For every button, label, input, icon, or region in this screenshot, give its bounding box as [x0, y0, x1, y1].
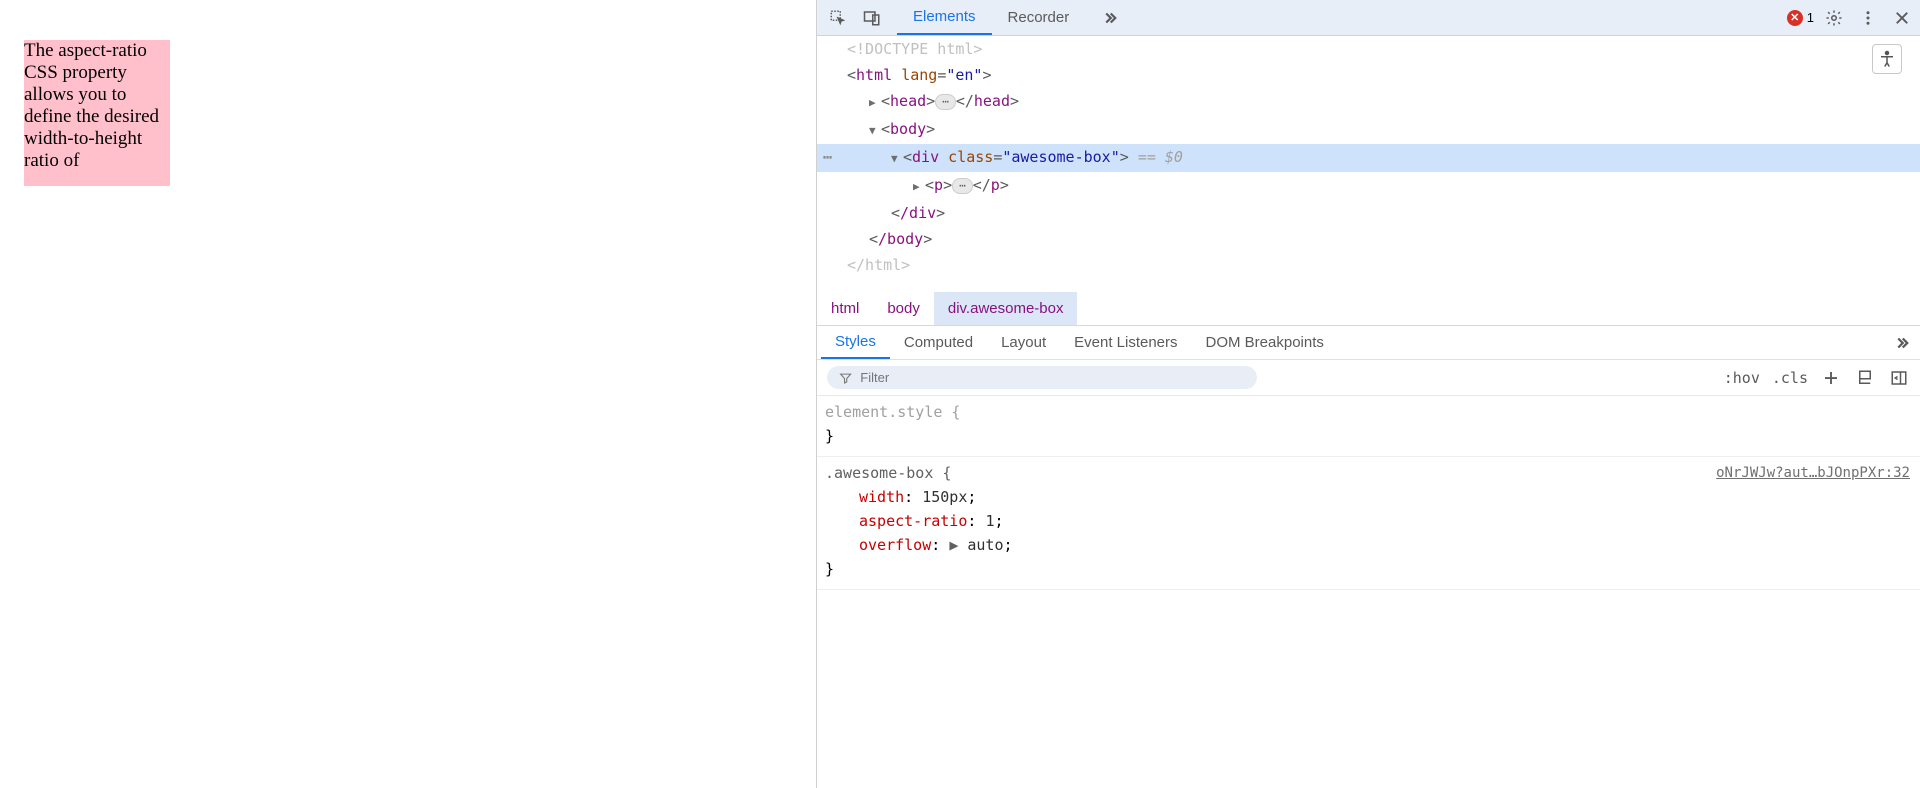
dom-html-close[interactable]: </html> [817, 252, 1920, 278]
styles-overflow-icon[interactable] [1888, 329, 1916, 357]
crumb-body[interactable]: body [873, 292, 934, 325]
styles-toolbar: Styles Computed Layout Event Listeners D… [817, 326, 1920, 360]
box-paragraph: The aspect-ratio CSS property allows you… [24, 40, 170, 172]
prop-overflow[interactable]: overflow: ▶ auto; [825, 533, 1912, 557]
error-icon: ✕ [1787, 10, 1803, 26]
dom-div-selected[interactable]: ▼<div class="awesome-box"> == $0 [817, 144, 1920, 172]
rule-source-link[interactable]: oNrJWJw?aut…bJOnpPXr:32 [1716, 461, 1910, 485]
error-badge[interactable]: ✕ 1 [1787, 10, 1814, 26]
devtools-tabs: Elements Recorder [897, 0, 1135, 35]
toggle-sidebar-icon[interactable] [1888, 367, 1910, 389]
tabs-overflow-icon[interactable] [1085, 0, 1135, 35]
dom-doctype[interactable]: <!DOCTYPE html> [817, 36, 1920, 62]
filter-input[interactable] [860, 370, 1245, 385]
dom-div-close[interactable]: </div> [817, 200, 1920, 226]
dom-p[interactable]: ▶<p>⋯</p> [817, 172, 1920, 200]
devtools-toolbar: Elements Recorder ✕ 1 [817, 0, 1920, 36]
new-rule-icon[interactable] [1820, 367, 1842, 389]
dom-head[interactable]: ▶<head>⋯</head> [817, 88, 1920, 116]
dom-body-close[interactable]: </body> [817, 226, 1920, 252]
copy-styles-icon[interactable] [1854, 367, 1876, 389]
filter-pill[interactable] [827, 366, 1257, 389]
rendered-page: The aspect-ratio CSS property allows you… [0, 0, 816, 788]
rule-awesome-box[interactable]: oNrJWJw?aut…bJOnpPXr:32 .awesome-box { w… [817, 457, 1920, 590]
rule-element-style[interactable]: element.style { } [817, 396, 1920, 457]
tab-recorder[interactable]: Recorder [992, 0, 1086, 35]
kebab-icon[interactable] [1854, 4, 1882, 32]
prop-aspect-ratio[interactable]: aspect-ratio: 1; [825, 509, 1912, 533]
cls-toggle[interactable]: .cls [1772, 369, 1808, 387]
tab-layout[interactable]: Layout [987, 326, 1060, 359]
tab-dom-breakpoints[interactable]: DOM Breakpoints [1192, 326, 1338, 359]
device-toggle-icon[interactable] [855, 4, 889, 32]
devtools-panel: Elements Recorder ✕ 1 <!DOCTY [816, 0, 1920, 788]
tab-elements[interactable]: Elements [897, 0, 992, 35]
tab-computed[interactable]: Computed [890, 326, 987, 359]
close-icon[interactable] [1888, 4, 1916, 32]
prop-width[interactable]: width: 150px; [825, 485, 1912, 509]
crumb-html[interactable]: html [817, 292, 873, 325]
accessibility-icon[interactable] [1872, 44, 1902, 74]
dom-html-open[interactable]: <html lang="en"> [817, 62, 1920, 88]
error-count: 1 [1807, 10, 1814, 25]
inspect-icon[interactable] [821, 4, 855, 32]
tab-event-listeners[interactable]: Event Listeners [1060, 326, 1191, 359]
tab-styles[interactable]: Styles [821, 326, 890, 359]
awesome-box[interactable]: The aspect-ratio CSS property allows you… [24, 40, 170, 186]
styles-body[interactable]: element.style { } oNrJWJw?aut…bJOnpPXr:3… [817, 396, 1920, 788]
dom-tree[interactable]: <!DOCTYPE html> <html lang="en"> ▶<head>… [817, 36, 1920, 292]
crumb-div[interactable]: div.awesome-box [934, 292, 1078, 325]
breadcrumb: html body div.awesome-box [817, 292, 1920, 326]
filter-icon [839, 371, 852, 385]
filter-row: :hov .cls [817, 360, 1920, 396]
settings-icon[interactable] [1820, 4, 1848, 32]
dom-body-open[interactable]: ▼<body> [817, 116, 1920, 144]
hov-toggle[interactable]: :hov [1724, 369, 1760, 387]
